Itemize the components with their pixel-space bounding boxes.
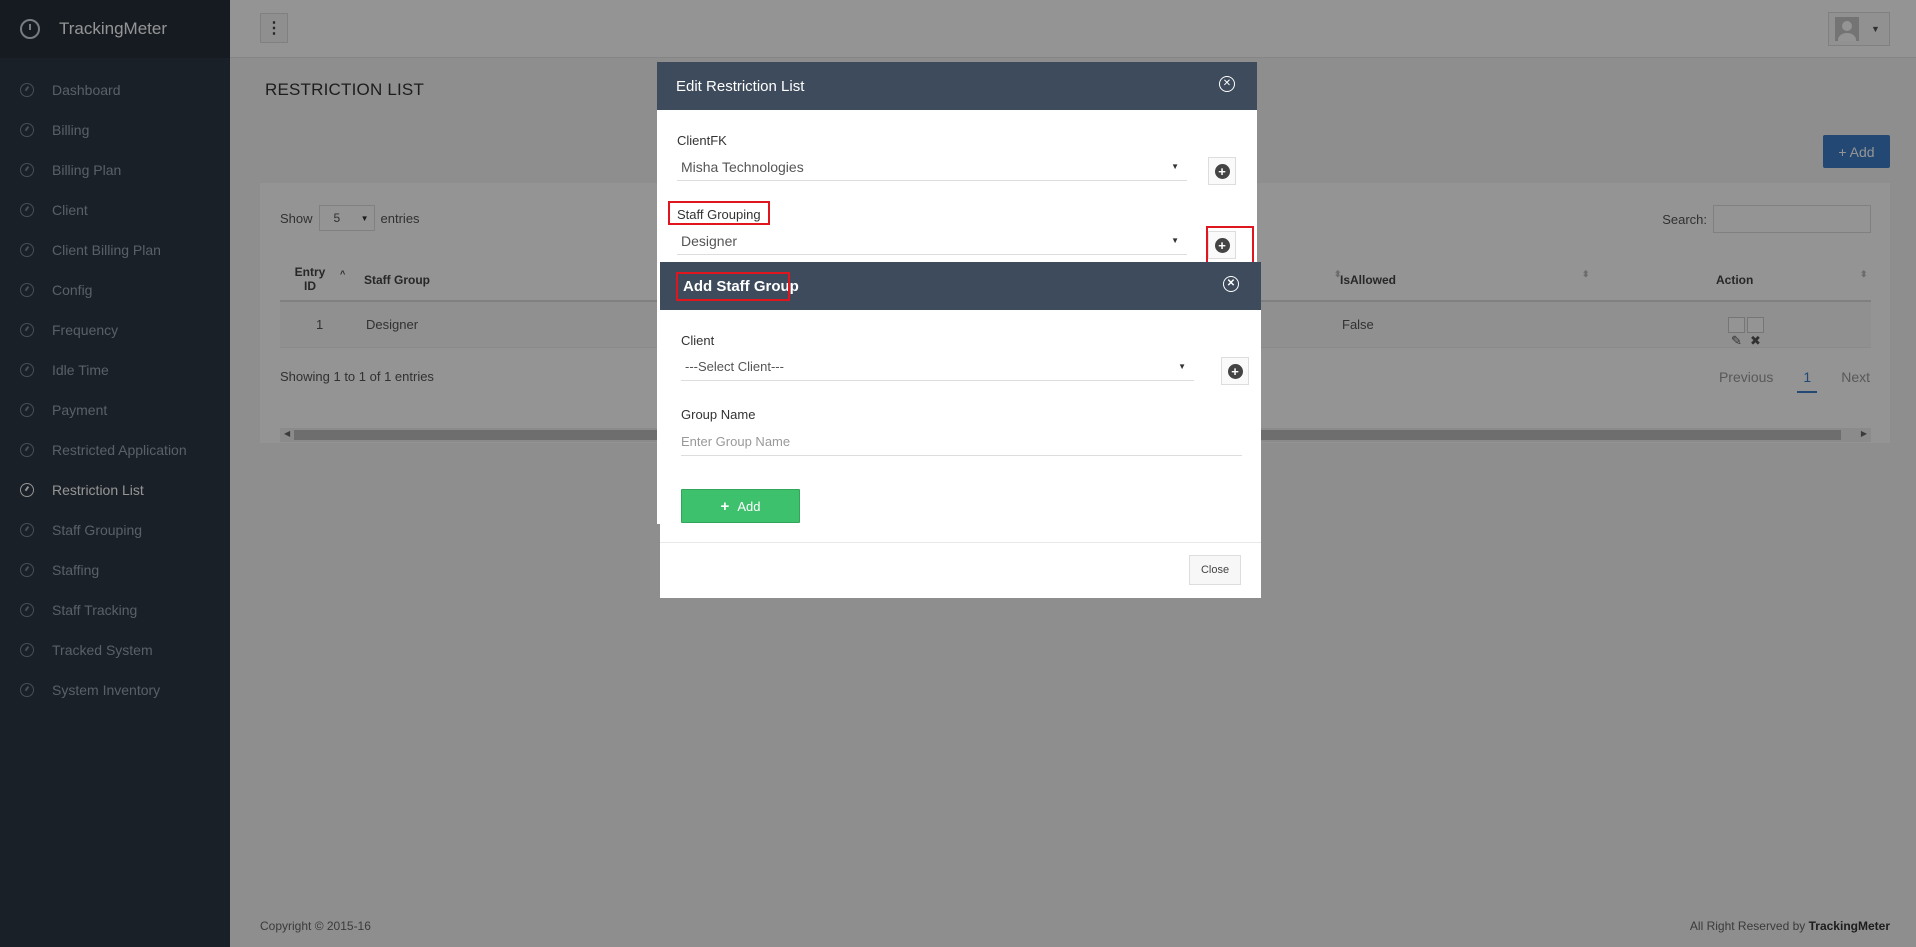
add-client-button[interactable]: +: [1221, 357, 1249, 385]
staff-grouping-value: Designer: [681, 232, 738, 249]
add-modal-footer: Close: [660, 542, 1261, 598]
group-name-input[interactable]: Enter Group Name: [681, 428, 1242, 456]
clientfk-value: Misha Technologies: [681, 158, 804, 175]
dropdown-arrow-icon: ▼: [1171, 162, 1179, 171]
highlight-box: [676, 272, 790, 301]
staff-grouping-select[interactable]: Designer ▼: [677, 227, 1187, 255]
clientfk-label: ClientFK: [677, 133, 727, 148]
edit-modal-title: Edit Restriction List: [676, 77, 805, 95]
plus-icon: +: [720, 497, 730, 515]
plus-circle-icon: +: [1214, 163, 1230, 179]
close-icon[interactable]: ✕: [1219, 76, 1235, 92]
group-name-label: Group Name: [681, 407, 756, 422]
highlight-box: [1206, 226, 1254, 264]
dropdown-arrow-icon: ▼: [1171, 236, 1179, 245]
close-button[interactable]: Close: [1189, 555, 1241, 585]
client-value: ---Select Client---: [685, 359, 784, 374]
add-client-button[interactable]: +: [1208, 157, 1236, 185]
add-staff-group-submit-button[interactable]: + Add: [681, 489, 800, 523]
client-label: Client: [681, 333, 715, 348]
plus-circle-icon: +: [1227, 363, 1243, 379]
clientfk-select[interactable]: Misha Technologies ▼: [677, 153, 1187, 181]
dropdown-arrow-icon: ▼: [1178, 362, 1186, 371]
edit-modal-header: Edit Restriction List ✕: [657, 62, 1257, 110]
highlight-box: [668, 201, 770, 225]
group-name-placeholder: Enter Group Name: [681, 434, 791, 449]
client-select[interactable]: ---Select Client--- ▼: [681, 353, 1194, 381]
close-icon[interactable]: ✕: [1223, 276, 1239, 292]
add-staff-group-modal: Add Staff Group ✕ Client ---Select Clien…: [660, 262, 1261, 598]
add-button-label: Add: [737, 498, 761, 514]
